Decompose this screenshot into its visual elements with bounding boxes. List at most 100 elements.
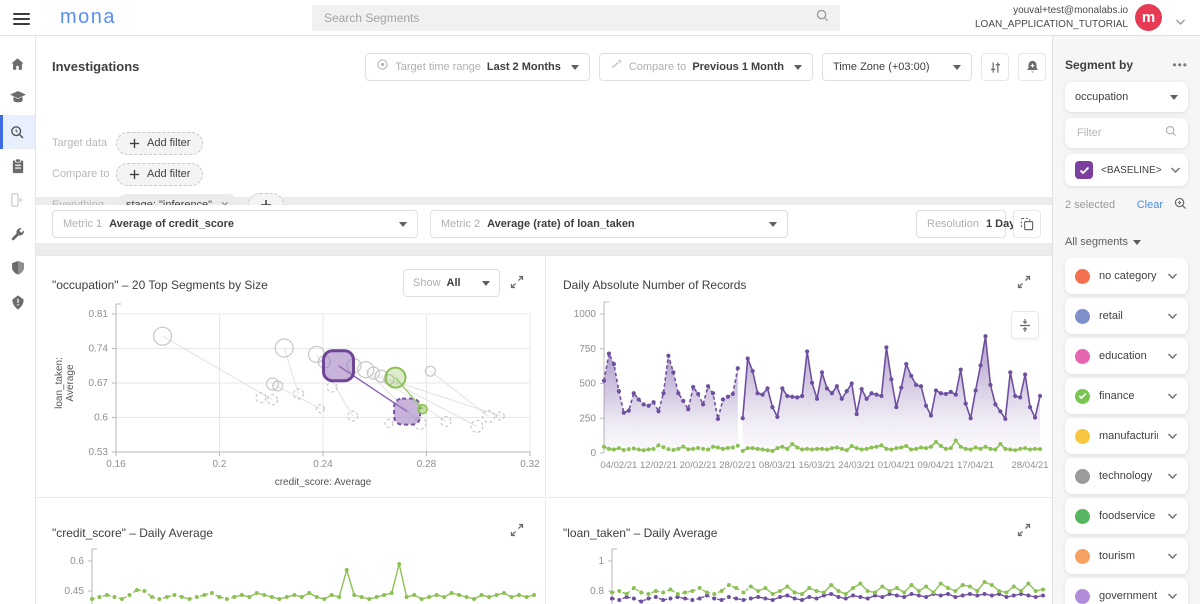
loan-daily-title: "loan_taken" – Daily Average — [563, 526, 718, 540]
segment-card[interactable]: tourism — [1065, 538, 1188, 574]
top-bar: mona youval+test@monalabs.io LOAN_APPLIC… — [0, 0, 1200, 36]
target-data-add-filter-button[interactable]: Add filter — [116, 131, 204, 155]
expand-icon[interactable] — [509, 522, 527, 540]
compare-to-row: Compare to Add filter — [52, 162, 204, 186]
credit-daily-plot[interactable]: 0.6 0.45 — [36, 499, 546, 604]
compare-to-value: Previous 1 Month — [692, 61, 784, 73]
resolution-dropdown[interactable]: Resolution 1 Day — [916, 210, 1035, 238]
duplicate-view-button[interactable] — [1013, 210, 1041, 238]
svg-text:0.16: 0.16 — [106, 459, 126, 470]
svg-text:0: 0 — [590, 448, 596, 459]
segment-by-dropdown[interactable]: occupation — [1065, 82, 1188, 112]
timezone-dropdown[interactable]: Time Zone (+03:00) — [822, 53, 972, 81]
segment-color-checkbox[interactable] — [1075, 588, 1090, 604]
segment-filter-input[interactable] — [1075, 126, 1155, 140]
compare-to-add-filter-button[interactable]: Add filter — [116, 162, 204, 186]
svg-text:0.28: 0.28 — [417, 459, 437, 470]
avatar[interactable]: m — [1135, 4, 1162, 31]
graduation-cap-icon — [9, 91, 26, 103]
segment-color-checkbox[interactable] — [1075, 268, 1090, 284]
segment-card[interactable]: government — [1065, 578, 1188, 604]
chevron-down-icon[interactable] — [1170, 161, 1181, 179]
chevron-down-icon — [399, 221, 407, 227]
merge-axes-icon — [1020, 318, 1030, 332]
segment-card[interactable]: education — [1065, 338, 1188, 374]
segment-card[interactable]: manufacturing — [1065, 418, 1188, 454]
segment-color-checkbox[interactable] — [1075, 548, 1090, 564]
segment-card[interactable]: no category — [1065, 258, 1188, 294]
hamburger-menu-icon[interactable] — [13, 10, 30, 25]
sidebar-item-config[interactable] — [0, 217, 35, 251]
chevron-down-icon[interactable] — [1167, 547, 1178, 565]
baseline-card[interactable]: <BASELINE> — [1065, 154, 1188, 186]
more-options-icon[interactable]: ••• — [1172, 58, 1188, 72]
expand-icon[interactable] — [1016, 274, 1034, 292]
chevron-down-icon[interactable] — [1167, 347, 1178, 365]
clear-selection-link[interactable]: Clear — [1137, 199, 1163, 211]
metric2-dropdown[interactable]: Metric 2 Average (rate) of loan_taken — [430, 210, 788, 238]
chevron-down-icon[interactable] — [1167, 507, 1178, 525]
segment-color-checkbox[interactable] — [1075, 308, 1090, 324]
expand-icon[interactable] — [1016, 522, 1034, 540]
svg-text:0.32: 0.32 — [520, 459, 540, 470]
records-plot[interactable]: 0250500750100004/02/21 12/02/21 20/02/21 28… — [547, 256, 1052, 498]
segment-label: technology — [1099, 470, 1153, 482]
timezone-value: Time Zone (+03:00) — [833, 61, 930, 73]
compare-to-dropdown[interactable]: Compare to Previous 1 Month — [598, 53, 813, 81]
chevron-down-icon[interactable] — [1167, 387, 1178, 405]
app-logo[interactable]: mona — [60, 6, 116, 29]
chevron-down-icon — [794, 64, 802, 70]
segment-card[interactable]: foodservice — [1065, 498, 1188, 534]
segment-card[interactable]: finance — [1065, 378, 1188, 414]
sidebar-item-home[interactable] — [0, 47, 35, 81]
segment-color-checkbox[interactable] — [1075, 388, 1090, 404]
sidebar-item-reports[interactable] — [0, 149, 35, 183]
segment-card[interactable]: technology — [1065, 458, 1188, 494]
sidebar-item-alerts[interactable] — [0, 285, 35, 319]
loan-daily-plot[interactable]: 10.8 — [547, 499, 1052, 604]
svg-text:17/04/21: 17/04/21 — [957, 460, 994, 471]
show-dropdown[interactable]: Show All — [403, 269, 500, 297]
svg-text:credit_score: Average: credit_score: Average — [275, 477, 372, 488]
chevron-down-icon[interactable] — [1167, 427, 1178, 445]
chevron-down-icon[interactable] — [1167, 267, 1178, 285]
segment-label: no category — [1099, 270, 1157, 282]
user-info: youval+test@monalabs.io LOAN_APPLICATION… — [975, 4, 1128, 32]
svg-text:0.67: 0.67 — [89, 378, 109, 389]
bell-plus-icon — [1026, 60, 1038, 73]
segment-card[interactable]: retail — [1065, 298, 1188, 334]
segment-list: no category retail education finance man… — [1053, 258, 1200, 604]
metric1-dropdown[interactable]: Metric 1 Average of credit_score — [52, 210, 418, 238]
sidebar-item-investigations[interactable] — [0, 115, 35, 149]
baseline-checkbox[interactable] — [1075, 161, 1093, 179]
segment-color-checkbox[interactable] — [1075, 348, 1090, 364]
shield-alert-icon — [11, 294, 24, 310]
segment-color-checkbox[interactable] — [1075, 508, 1090, 524]
sidebar-item-exports[interactable] — [0, 183, 35, 217]
merge-axes-button[interactable] — [1011, 311, 1039, 339]
target-data-row: Target data Add filter — [52, 131, 204, 155]
add-filter-label: Add filter — [147, 137, 191, 149]
segment-color-checkbox[interactable] — [1075, 468, 1090, 484]
advanced-settings-button[interactable] — [981, 53, 1009, 81]
target-time-range-dropdown[interactable]: Target time range Last 2 Months — [365, 53, 590, 81]
chevron-down-icon[interactable] — [1167, 467, 1178, 485]
search-bar[interactable] — [312, 5, 840, 31]
resolution-label: Resolution — [927, 218, 979, 230]
sidebar-item-policies[interactable] — [0, 251, 35, 285]
user-menu-chevron-icon[interactable] — [1175, 13, 1186, 31]
plus-icon — [129, 138, 140, 148]
expand-icon[interactable] — [509, 274, 527, 292]
target-time-range-value: Last 2 Months — [486, 61, 561, 73]
compare-to-label: Compare to — [628, 61, 687, 73]
segment-filter-box[interactable] — [1065, 118, 1188, 148]
segment-color-checkbox[interactable] — [1075, 428, 1090, 444]
zoom-in-icon[interactable] — [1173, 196, 1188, 214]
chevron-down-icon[interactable] — [1167, 307, 1178, 325]
sidebar-item-models[interactable] — [0, 81, 35, 115]
search-input[interactable] — [322, 10, 815, 26]
chevron-down-icon[interactable] — [1167, 587, 1178, 604]
left-sidebar — [0, 36, 36, 604]
all-segments-dropdown[interactable]: All segments — [1065, 236, 1141, 248]
add-alert-button[interactable] — [1018, 53, 1046, 81]
